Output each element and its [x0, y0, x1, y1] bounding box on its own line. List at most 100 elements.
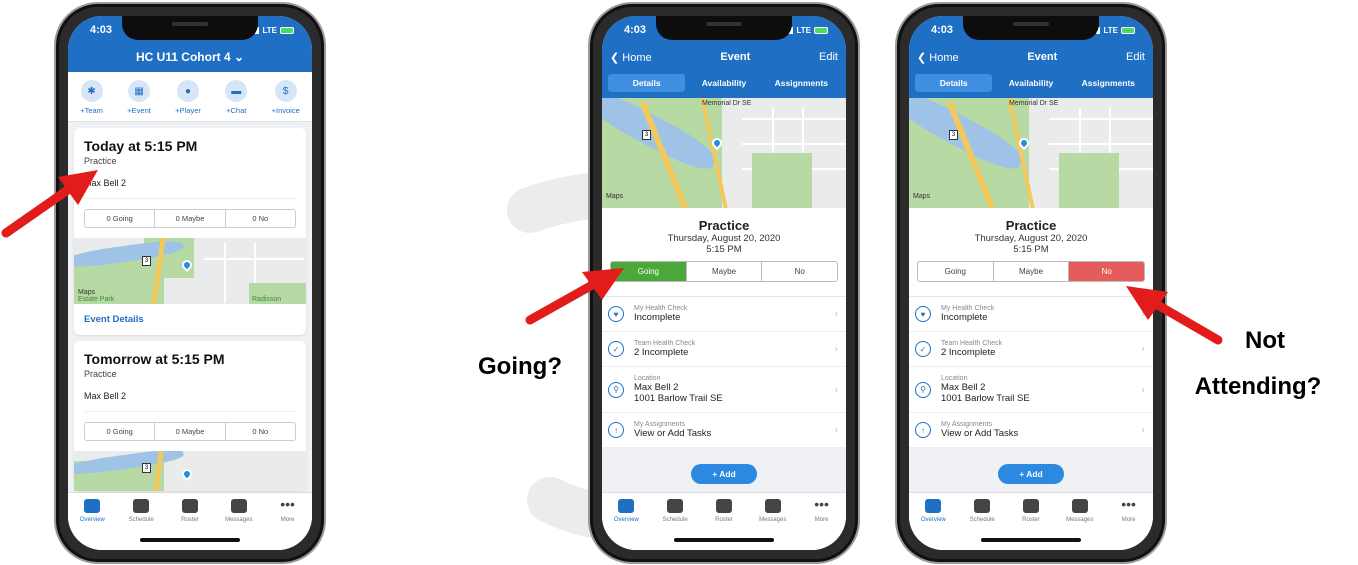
location-icon: ⚲	[608, 381, 624, 398]
money-bag-icon: $	[274, 80, 297, 102]
event-card-title: Today at 5:15 PM	[84, 138, 198, 154]
my-health-check-row[interactable]: ♥ My Health Check Incomplete ›	[909, 297, 1153, 332]
add-event-button[interactable]: ▦ +Event	[127, 80, 151, 115]
chevron-left-icon: ❮	[610, 51, 620, 64]
assignments-row[interactable]: ↑ My Assignments View or Add Tasks ›	[909, 413, 1153, 448]
location-row[interactable]: ⚲ Location Max Bell 2 1001 Barlow Trail SE…	[909, 367, 1153, 413]
add-button[interactable]: + Add	[691, 464, 757, 484]
maybe-count[interactable]: 0 Maybe	[155, 423, 226, 440]
team-health-check-row[interactable]: ✓ Team Health Check 2 Incomplete ›	[602, 332, 846, 367]
chevron-down-icon: ⌄	[233, 50, 245, 64]
event-map[interactable]: 3 Memorial Dr SE Maps	[602, 98, 846, 208]
tab-more[interactable]: ••• More	[1109, 497, 1149, 550]
row-value: 2 Incomplete	[941, 347, 996, 358]
maybe-count[interactable]: 0 Maybe	[155, 210, 226, 227]
going-count[interactable]: 0 Going	[85, 423, 156, 440]
tab-messages[interactable]: Messages	[753, 499, 793, 550]
row-label: Location	[634, 375, 661, 382]
chevron-right-icon: ›	[1141, 343, 1145, 355]
tab-overview[interactable]: Overview	[72, 499, 112, 550]
event-header: Practice Thursday, August 20, 2020 5:15 …	[602, 208, 846, 296]
going-count[interactable]: 0 Going	[85, 210, 156, 227]
rsvp-going-button[interactable]: Going	[611, 262, 687, 281]
map-street-label: Memorial Dr SE	[702, 100, 752, 107]
highway-shield-icon: 3	[142, 256, 151, 266]
tab-messages[interactable]: Messages	[1060, 499, 1100, 550]
notch	[963, 16, 1099, 40]
chevron-left-icon: ❮	[917, 51, 927, 64]
nav-title: Event	[1027, 51, 1058, 63]
row-value-secondary: 1001 Barlow Trail SE	[634, 393, 723, 404]
tab-more[interactable]: ••• More	[268, 497, 308, 550]
team-selector[interactable]: HC U11 Cohort 4 ⌄	[68, 44, 312, 72]
event-card[interactable]: Today at 5:15 PM Practice Max Bell 2 0 G…	[74, 128, 306, 335]
add-chat-button[interactable]: ▬ +Chat	[225, 80, 248, 115]
notch	[122, 16, 258, 40]
maps-logo: Maps	[606, 193, 624, 200]
add-team-button[interactable]: ✱ +Team	[80, 80, 103, 115]
screen-event: 4:03 LTE ❮ Home Event Edit Details Avail…	[602, 16, 846, 550]
event-date: Thursday, August 20, 2020	[667, 233, 781, 244]
event-map[interactable]: 3 Memorial Dr SE Maps	[909, 98, 1153, 208]
rsvp-selector: Going Maybe No	[917, 261, 1145, 282]
tab-label: More	[280, 517, 295, 523]
tab-details[interactable]: Details	[608, 74, 686, 92]
tab-label: Overview	[79, 517, 105, 523]
highway-shield-icon: 3	[642, 130, 651, 140]
event-map[interactable]: 3 Maps Estate Park Radisson	[74, 238, 306, 304]
edit-button[interactable]: Edit	[1126, 51, 1145, 63]
tab-overview[interactable]: Overview	[913, 499, 953, 550]
chevron-right-icon: ›	[834, 424, 838, 436]
event-card-type: Practice	[84, 156, 117, 166]
back-button[interactable]: ❮ Home	[610, 51, 652, 64]
event-map[interactable]: 3	[74, 451, 306, 491]
add-invoice-button[interactable]: $ +Invoice	[272, 80, 300, 115]
rsvp-maybe-button[interactable]: Maybe	[994, 262, 1070, 281]
tab-label: More	[1121, 517, 1136, 523]
tab-roster[interactable]: Roster	[704, 499, 744, 550]
add-player-button[interactable]: ● +Player	[175, 80, 201, 115]
tab-assignments[interactable]: Assignments	[1070, 74, 1147, 92]
row-value: Incomplete	[634, 312, 681, 323]
rsvp-going-button[interactable]: Going	[918, 262, 994, 281]
event-details-link[interactable]: Event Details	[84, 304, 296, 335]
phone-event-going: 4:03 LTE ❮ Home Event Edit Details Avail…	[588, 2, 860, 564]
back-button[interactable]: ❮ Home	[917, 51, 959, 64]
event-card[interactable]: Tomorrow at 5:15 PM Practice Max Bell 2 …	[74, 341, 306, 491]
no-count[interactable]: 0 No	[226, 423, 295, 440]
tab-availability[interactable]: Availability	[685, 74, 762, 92]
row-value: Incomplete	[941, 312, 988, 323]
add-button[interactable]: + Add	[998, 464, 1064, 484]
network-label: LTE	[262, 25, 277, 35]
tab-roster[interactable]: Roster	[170, 499, 210, 550]
home-indicator	[674, 538, 774, 542]
no-count[interactable]: 0 No	[226, 210, 295, 227]
going-annotation: Going?	[478, 353, 562, 380]
event-card-title: Tomorrow at 5:15 PM	[84, 351, 225, 367]
tab-messages[interactable]: Messages	[219, 499, 259, 550]
tab-schedule[interactable]: Schedule	[655, 499, 695, 550]
tab-details[interactable]: Details	[915, 74, 993, 92]
tab-label: Schedule	[969, 517, 995, 523]
heart-icon: ♥	[915, 306, 931, 322]
edit-button[interactable]: Edit	[819, 51, 838, 63]
rsvp-no-button[interactable]: No	[762, 262, 837, 281]
tab-overview[interactable]: Overview	[606, 499, 646, 550]
chevron-right-icon: ›	[1141, 424, 1145, 436]
tab-assignments[interactable]: Assignments	[763, 74, 840, 92]
tab-schedule[interactable]: Schedule	[121, 499, 161, 550]
team-health-check-row[interactable]: ✓ Team Health Check 2 Incomplete ›	[909, 332, 1153, 367]
tab-schedule[interactable]: Schedule	[962, 499, 1002, 550]
rsvp-maybe-button[interactable]: Maybe	[687, 262, 763, 281]
location-row[interactable]: ⚲ Location Max Bell 2 1001 Barlow Trail SE…	[602, 367, 846, 413]
tab-more[interactable]: ••• More	[802, 497, 842, 550]
tab-availability[interactable]: Availability	[992, 74, 1069, 92]
segmented-tabs: Details Availability Assignments	[602, 70, 846, 98]
assignments-row[interactable]: ↑ My Assignments View or Add Tasks ›	[602, 413, 846, 448]
rsvp-no-button[interactable]: No	[1069, 262, 1144, 281]
screen-overview: 4:03 LTE HC U11 Cohort 4 ⌄ ✱ +Team ▦ +Even…	[68, 16, 312, 550]
home-icon	[618, 499, 635, 513]
my-health-check-row[interactable]: ♥ My Health Check Incomplete ›	[602, 297, 846, 332]
phone-overview: 4:03 LTE HC U11 Cohort 4 ⌄ ✱ +Team ▦ +Even…	[54, 2, 326, 564]
tab-roster[interactable]: Roster	[1011, 499, 1051, 550]
